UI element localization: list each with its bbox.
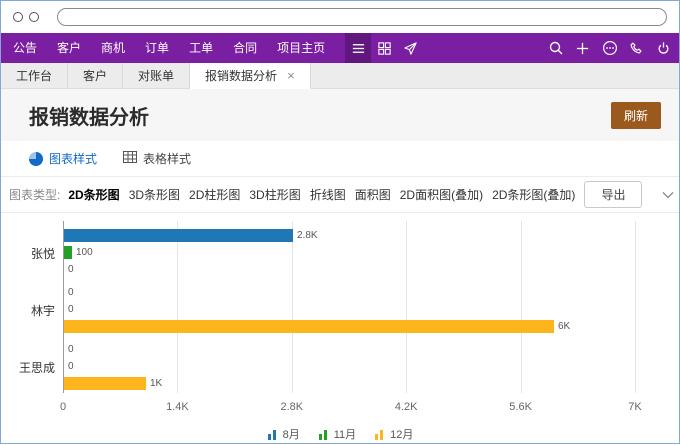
legend-icon: [267, 429, 278, 440]
nav-icons-right: [542, 33, 677, 63]
bar-value-label: 6K: [558, 320, 570, 333]
chart-type-option[interactable]: 2D条形图(叠加): [492, 186, 575, 203]
gridline: [177, 221, 178, 393]
nav-item[interactable]: 商机: [91, 33, 135, 63]
chart-type-option[interactable]: 2D面积图(叠加): [400, 186, 483, 203]
titlebar-circle-button-2[interactable]: [29, 12, 39, 22]
nav-icons-left: [345, 33, 423, 63]
bar-chart: 2.8K1000006K001K 8月11月12月 01.4K2.8K4.2K5…: [1, 221, 679, 445]
chart-legend: 8月 11月 12月: [1, 426, 679, 442]
y-category-label: 王思成: [1, 359, 55, 376]
gridline: [635, 221, 636, 393]
bar-value-label: 0: [68, 286, 74, 299]
chart-type-options: 2D条形图 3D条形图 2D柱形图 3D柱形图折线图面积图 2D面积图(叠加) 2D条形图…: [68, 186, 584, 203]
chart-type-option[interactable]: 折线图: [310, 186, 346, 203]
bar: [64, 246, 72, 259]
legend-item: 8月: [267, 426, 300, 442]
bar-value-label: 100: [76, 246, 93, 259]
chart-type-option[interactable]: 3D柱形图: [249, 186, 300, 203]
view-mode-label: 表格样式: [143, 150, 191, 167]
nav-item[interactable]: 项目主页: [267, 33, 335, 63]
x-tick-label: 4.2K: [395, 401, 418, 413]
legend-icon: [374, 429, 385, 440]
y-category-label: 林宇: [1, 302, 55, 319]
bar-value-label: 0: [68, 263, 74, 276]
more-icon[interactable]: [596, 33, 623, 63]
chart-type-option[interactable]: 2D条形图: [68, 186, 119, 203]
x-tick-label: 7K: [628, 401, 641, 413]
send-icon[interactable]: [397, 33, 423, 63]
x-tick-label: 0: [60, 401, 66, 413]
pie-chart-icon: [29, 152, 43, 166]
y-category-label: 张悦: [1, 245, 55, 262]
grid-icon[interactable]: [371, 33, 397, 63]
tab[interactable]: 对账单: [123, 63, 190, 88]
refresh-button[interactable]: 刷新: [611, 102, 661, 129]
tab[interactable]: 工作台: [1, 63, 68, 88]
bar-value-label: 0: [68, 303, 74, 316]
bar-value-label: 0: [68, 360, 74, 373]
app-window: { "window": { "address_value": "", "clos…: [0, 0, 680, 444]
tab-bar: 工作台 客户 对账单 报销数据分析 ×: [1, 63, 679, 89]
gridline: [521, 221, 522, 393]
nav-item[interactable]: 公告: [3, 33, 47, 63]
titlebar: [1, 1, 679, 33]
page-header: 报销数据分析 刷新: [1, 89, 679, 141]
bar-value-label: 0: [68, 343, 74, 356]
power-icon[interactable]: [650, 33, 677, 63]
x-tick-label: 5.6K: [509, 401, 532, 413]
tab[interactable]: 报销数据分析 ×: [190, 63, 311, 89]
phone-icon[interactable]: [623, 33, 650, 63]
page-title: 报销数据分析: [29, 101, 149, 130]
nav-item[interactable]: 合同: [223, 33, 267, 63]
chart-type-label: 图表类型:: [9, 186, 60, 203]
legend-item: 11月: [318, 426, 356, 442]
view-mode-table[interactable]: 表格样式: [123, 150, 191, 167]
legend-icon: [318, 429, 329, 440]
legend-label: 12月: [390, 426, 413, 442]
chart-type-option[interactable]: 2D柱形图: [189, 186, 240, 203]
titlebar-circle-button-1[interactable]: [13, 12, 23, 22]
table-icon: [123, 151, 137, 166]
gridline: [292, 221, 293, 393]
plus-icon[interactable]: [569, 33, 596, 63]
chart-plot: 2.8K1000006K001K: [63, 221, 635, 393]
bar: [64, 229, 293, 242]
chart-type-row: 图表类型: 2D条形图 3D条形图 2D柱形图 3D柱形图折线图面积图 2D面积图(叠加…: [1, 176, 679, 213]
view-toggle: 图表样式 表格样式: [1, 141, 679, 176]
x-tick-label: 2.8K: [280, 401, 303, 413]
chart-type-option[interactable]: 面积图: [355, 186, 391, 203]
tab-close-icon[interactable]: ×: [287, 69, 295, 82]
bar-value-label: 1K: [150, 377, 162, 390]
view-mode-chart[interactable]: 图表样式: [29, 150, 97, 167]
gridline: [406, 221, 407, 393]
address-input[interactable]: [57, 8, 667, 26]
tab-label: 工作台: [16, 67, 52, 84]
x-tick-label: 1.4K: [166, 401, 189, 413]
legend-label: 8月: [283, 426, 300, 442]
legend-item: 12月: [374, 426, 413, 442]
legend-label: 11月: [334, 426, 356, 442]
chevron-down-icon[interactable]: [662, 191, 674, 199]
view-mode-label: 图表样式: [49, 150, 97, 167]
nav-item[interactable]: 订单: [135, 33, 179, 63]
bar: [64, 377, 146, 390]
search-icon[interactable]: [542, 33, 569, 63]
tab-label: 报销数据分析: [205, 67, 277, 84]
tab-label: 客户: [83, 67, 107, 84]
nav-item[interactable]: 客户: [47, 33, 91, 63]
nav-item[interactable]: 工单: [179, 33, 223, 63]
tab-label: 对账单: [138, 67, 174, 84]
export-button[interactable]: 导出: [584, 181, 642, 208]
bar: [64, 320, 554, 333]
tab[interactable]: 客户: [68, 63, 123, 88]
menu-icon[interactable]: [345, 33, 371, 63]
nav-menu: 公告客户商机订单工单合同项目主页: [3, 33, 335, 63]
top-nav: 公告客户商机订单工单合同项目主页: [1, 33, 679, 63]
chart-type-option[interactable]: 3D条形图: [129, 186, 180, 203]
bar-value-label: 2.8K: [297, 229, 318, 242]
